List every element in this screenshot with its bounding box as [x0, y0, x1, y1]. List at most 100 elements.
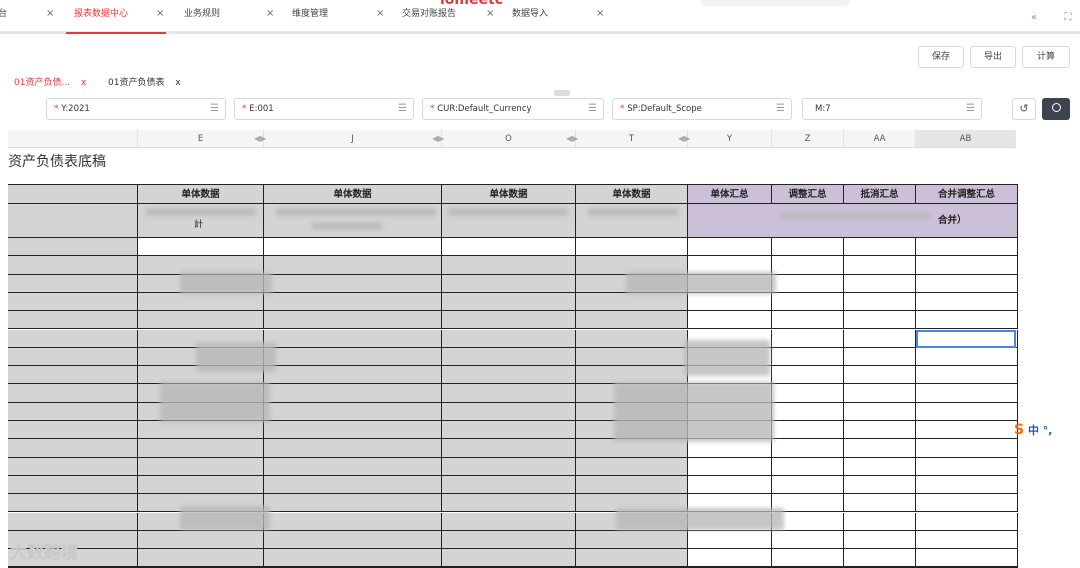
close-icon[interactable]: x — [81, 78, 86, 88]
grid-cell[interactable] — [8, 494, 138, 513]
column-header-t[interactable]: T — [576, 130, 688, 148]
tab-business-rules[interactable]: 业务规则 × — [184, 8, 280, 34]
grid-cell[interactable] — [442, 384, 576, 403]
grid-cell[interactable] — [576, 457, 688, 476]
grid-cell[interactable] — [8, 439, 138, 458]
close-icon[interactable]: × — [486, 8, 494, 20]
grid-cell[interactable] — [442, 439, 576, 458]
grid-cell[interactable] — [264, 439, 442, 458]
grid-cell[interactable] — [844, 384, 916, 403]
tab-report-data-center[interactable]: 报表数据中心 × — [66, 8, 166, 34]
grid-cell[interactable] — [442, 238, 576, 257]
column-expand-arrows[interactable]: ◀▶ — [254, 130, 266, 148]
grid-cell[interactable] — [772, 347, 844, 367]
collapse-handle[interactable] — [554, 90, 570, 96]
grid-cell[interactable] — [264, 384, 442, 403]
column-header-ab[interactable]: AB — [916, 130, 1016, 148]
grid-cell[interactable] — [264, 457, 442, 476]
grid-cell[interactable] — [442, 256, 576, 275]
grid-cell[interactable] — [844, 329, 916, 348]
grid-cell[interactable] — [138, 549, 264, 568]
grid-cell[interactable] — [772, 311, 844, 330]
grid-cell[interactable] — [844, 292, 916, 312]
grid-cell[interactable] — [264, 238, 442, 257]
close-icon[interactable]: x — [175, 78, 180, 88]
grid-cell[interactable] — [772, 530, 844, 550]
grid-cell[interactable] — [844, 439, 916, 458]
grid-cell[interactable] — [916, 457, 1018, 476]
grid-cell[interactable] — [916, 402, 1018, 421]
grid-cell[interactable] — [576, 475, 688, 495]
grid-cell[interactable] — [916, 530, 1018, 550]
grid-cell[interactable] — [772, 366, 844, 385]
reset-icon[interactable]: ↺ — [1012, 98, 1036, 120]
column-header-z[interactable]: Z — [772, 130, 844, 148]
grid-cell[interactable] — [688, 439, 772, 458]
list-icon[interactable]: ☰ — [588, 99, 597, 119]
grid-cell[interactable] — [844, 475, 916, 495]
grid-cell[interactable] — [688, 311, 772, 330]
grid-cell[interactable] — [442, 475, 576, 495]
grid-cell[interactable] — [442, 292, 576, 312]
grid-cell[interactable] — [916, 274, 1018, 293]
grid-cell[interactable] — [916, 421, 1018, 440]
grid-cell[interactable] — [688, 238, 772, 257]
column-header-j[interactable]: J — [264, 130, 442, 148]
tab-workbench[interactable]: 台 × — [0, 8, 58, 34]
grid-cell[interactable] — [916, 439, 1018, 458]
currency-dimension-select[interactable]: * CUR:Default_Currency ☰ — [422, 98, 604, 120]
grid-cell[interactable] — [442, 512, 576, 531]
grid-cell[interactable] — [8, 311, 138, 330]
grid-cell[interactable] — [264, 311, 442, 330]
grid-cell[interactable] — [264, 421, 442, 440]
list-icon[interactable]: ☰ — [398, 99, 407, 119]
grid-cell[interactable] — [8, 292, 138, 312]
column-expand-arrows[interactable]: ◀▶ — [678, 130, 690, 148]
grid-cell[interactable] — [442, 549, 576, 568]
column-header-o[interactable]: O — [442, 130, 576, 148]
grid-cell[interactable] — [138, 311, 264, 330]
grid-cell[interactable] — [576, 549, 688, 568]
column-header-y[interactable]: Y — [688, 130, 772, 148]
grid-cell[interactable] — [8, 329, 138, 348]
grid-cell[interactable] — [844, 494, 916, 513]
grid-cell[interactable] — [138, 439, 264, 458]
subtab-balance-sheet[interactable]: 01资产负债表 x — [108, 76, 181, 90]
selected-cell[interactable] — [916, 330, 1016, 348]
grid-cell[interactable] — [8, 366, 138, 385]
grid-cell[interactable] — [772, 402, 844, 421]
grid-cell[interactable] — [772, 549, 844, 568]
grid-cell[interactable] — [576, 530, 688, 550]
column-header-e[interactable]: E — [138, 130, 264, 148]
grid-cell[interactable] — [844, 347, 916, 367]
grid-cell[interactable] — [916, 256, 1018, 275]
grid-cell[interactable] — [8, 238, 138, 257]
grid-cell[interactable] — [442, 494, 576, 513]
grid-cell[interactable] — [264, 256, 442, 275]
entity-dimension-select[interactable]: * E:001 ☰ — [234, 98, 414, 120]
grid-cell[interactable] — [772, 475, 844, 495]
column-header-aa[interactable]: AA — [844, 130, 916, 148]
fullscreen-icon[interactable]: ⛶ — [1062, 12, 1074, 24]
grid-cell[interactable] — [8, 347, 138, 367]
grid-cell[interactable] — [772, 384, 844, 403]
grid-cell[interactable] — [688, 530, 772, 550]
grid-cell[interactable] — [916, 512, 1018, 531]
grid-cell[interactable] — [442, 530, 576, 550]
grid-cell[interactable] — [138, 292, 264, 312]
scope-dimension-select[interactable]: * SP:Default_Scope ☰ — [612, 98, 792, 120]
grid-cell[interactable] — [576, 292, 688, 312]
close-icon[interactable]: × — [596, 8, 604, 20]
grid-cell[interactable] — [442, 347, 576, 367]
grid-cell[interactable] — [442, 329, 576, 348]
grid-cell[interactable] — [138, 530, 264, 550]
grid-cell[interactable] — [916, 494, 1018, 513]
tab-transaction-report[interactable]: 交易对账报告 × — [402, 8, 498, 34]
grid-cell[interactable] — [916, 311, 1018, 330]
grid-cell[interactable] — [844, 256, 916, 275]
grid-cell[interactable] — [916, 366, 1018, 385]
grid-cell[interactable] — [442, 274, 576, 293]
grid-cell[interactable] — [264, 475, 442, 495]
column-expand-arrows[interactable]: ◀▶ — [432, 130, 444, 148]
grid-cell[interactable] — [844, 366, 916, 385]
